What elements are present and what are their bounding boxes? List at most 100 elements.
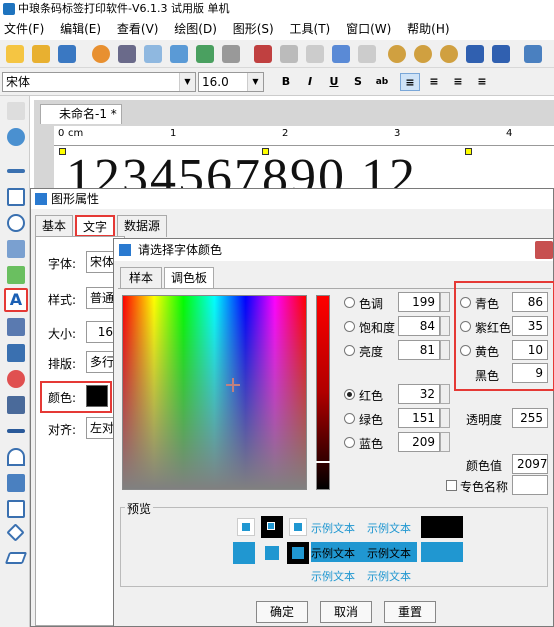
tab-text[interactable]: 文字 [75,215,115,237]
image-tool-icon[interactable] [7,240,25,258]
save-icon[interactable] [58,45,76,63]
italic-button[interactable]: I [300,73,320,91]
spot-color-checkbox[interactable] [446,480,457,491]
chevron-down-icon[interactable]: ▼ [179,73,195,91]
align-right-icon[interactable]: ≡ [448,73,468,91]
cancel-button[interactable]: 取消 [320,601,372,623]
document-tab[interactable]: 未命名-1 * [40,104,122,124]
zoom-selection-icon[interactable] [492,45,510,63]
pan-icon[interactable] [7,128,25,146]
redo-icon[interactable] [358,45,376,63]
layout-field[interactable]: 多行 [86,351,116,373]
menu-edit[interactable]: 编辑(E) [60,22,101,36]
black-input[interactable]: 9 [512,363,548,383]
qrcode-tool-icon[interactable] [7,396,25,414]
menu-file[interactable]: 文件(F) [4,22,44,36]
yellow-radio[interactable] [460,345,471,356]
green-spinner[interactable] [440,408,450,428]
ok-button[interactable]: 确定 [256,601,308,623]
green-radio[interactable] [344,413,355,424]
hue-radio[interactable] [344,297,355,308]
layers-icon[interactable] [524,45,542,63]
red-input[interactable]: 32 [398,384,440,404]
settings-icon[interactable] [92,45,110,63]
text-tool-icon[interactable]: A [4,288,28,312]
multiline-text-icon[interactable] [7,318,25,336]
align-left-icon[interactable]: ≡ [400,73,420,91]
tab-datasource[interactable]: 数据源 [117,215,167,237]
menu-help[interactable]: 帮助(H) [407,22,449,36]
menu-tools[interactable]: 工具(T) [290,22,331,36]
green-input[interactable]: 151 [398,408,440,428]
polyline-tool-icon[interactable] [7,474,25,492]
lightness-spinner[interactable] [440,340,450,360]
lightness-input[interactable]: 81 [398,340,440,360]
cut-icon[interactable] [254,45,272,63]
tab-basic[interactable]: 基本 [35,215,73,237]
print-icon[interactable] [118,45,136,63]
font-field[interactable]: 宋体 [86,251,116,273]
yellow-input[interactable]: 10 [512,340,548,360]
strikethrough-button[interactable]: S [348,73,368,91]
open-icon[interactable] [32,45,50,63]
menu-window[interactable]: 窗口(W) [346,22,391,36]
align-justify-icon[interactable]: ≡ [472,73,492,91]
lightness-radio[interactable] [344,345,355,356]
line-tool-icon[interactable] [7,169,25,173]
zoom-out-icon[interactable] [414,45,432,63]
batch-icon[interactable] [196,45,214,63]
luminance-slider-marker[interactable] [316,461,330,463]
cyan-input[interactable]: 86 [512,292,548,312]
hue-input[interactable]: 199 [398,292,440,312]
picture-tool-icon[interactable] [7,266,25,284]
size-field[interactable]: 16 [86,321,116,343]
reset-button[interactable]: 重置 [384,601,436,623]
tab-palette[interactable]: 调色板 [164,267,214,289]
close-icon[interactable] [535,241,553,259]
hue-saturation-picker[interactable] [122,295,307,490]
underline-button[interactable]: U [324,73,344,91]
rectangle-tool-icon[interactable] [7,188,25,206]
color-swatch-button[interactable] [86,385,108,407]
tab-samples[interactable]: 样本 [120,267,162,289]
font-family-select[interactable]: 宋体 ▼ [2,72,196,92]
magenta-input[interactable]: 35 [512,316,548,336]
zoom-fit-icon[interactable] [440,45,458,63]
resize-handle[interactable] [59,148,66,155]
menu-draw[interactable]: 绘图(D) [174,22,217,36]
undo-icon[interactable] [332,45,350,63]
resize-handle[interactable] [262,148,269,155]
hue-spinner[interactable] [440,292,450,312]
stamp-tool-icon[interactable] [7,370,25,388]
curve-tool-icon[interactable] [7,429,25,433]
font-size-select[interactable]: 16.0 ▼ [198,72,264,92]
saturation-radio[interactable] [344,321,355,332]
blue-input[interactable]: 209 [398,432,440,452]
saturation-spinner[interactable] [440,316,450,336]
zoom-page-icon[interactable] [466,45,484,63]
copy-icon[interactable] [280,45,298,63]
grid-icon[interactable] [222,45,240,63]
parallelogram-tool-icon[interactable] [4,552,28,564]
new-icon[interactable] [6,45,24,63]
magenta-radio[interactable] [460,321,471,332]
menu-shape[interactable]: 图形(S) [233,22,274,36]
triangle-tool-icon[interactable] [7,500,25,518]
color-value-input[interactable]: 2097 [512,454,548,474]
red-spinner[interactable] [440,384,450,404]
bold-button[interactable]: B [276,73,296,91]
style-field[interactable]: 普通 [86,287,116,309]
chevron-down-icon[interactable]: ▼ [247,73,263,91]
ellipse-tool-icon[interactable] [7,214,25,232]
barcode-tool-icon[interactable] [7,344,25,362]
zoom-in-icon[interactable] [388,45,406,63]
blue-radio[interactable] [344,437,355,448]
diamond-tool-icon[interactable] [6,523,25,542]
spot-color-input[interactable] [512,475,548,495]
align-center-icon[interactable]: ≡ [424,73,444,91]
resize-handle[interactable] [465,148,472,155]
print-preview-icon[interactable] [144,45,162,63]
arc-tool-icon[interactable] [7,448,25,466]
transparency-input[interactable]: 255 [512,408,548,428]
menu-view[interactable]: 查看(V) [117,22,159,36]
